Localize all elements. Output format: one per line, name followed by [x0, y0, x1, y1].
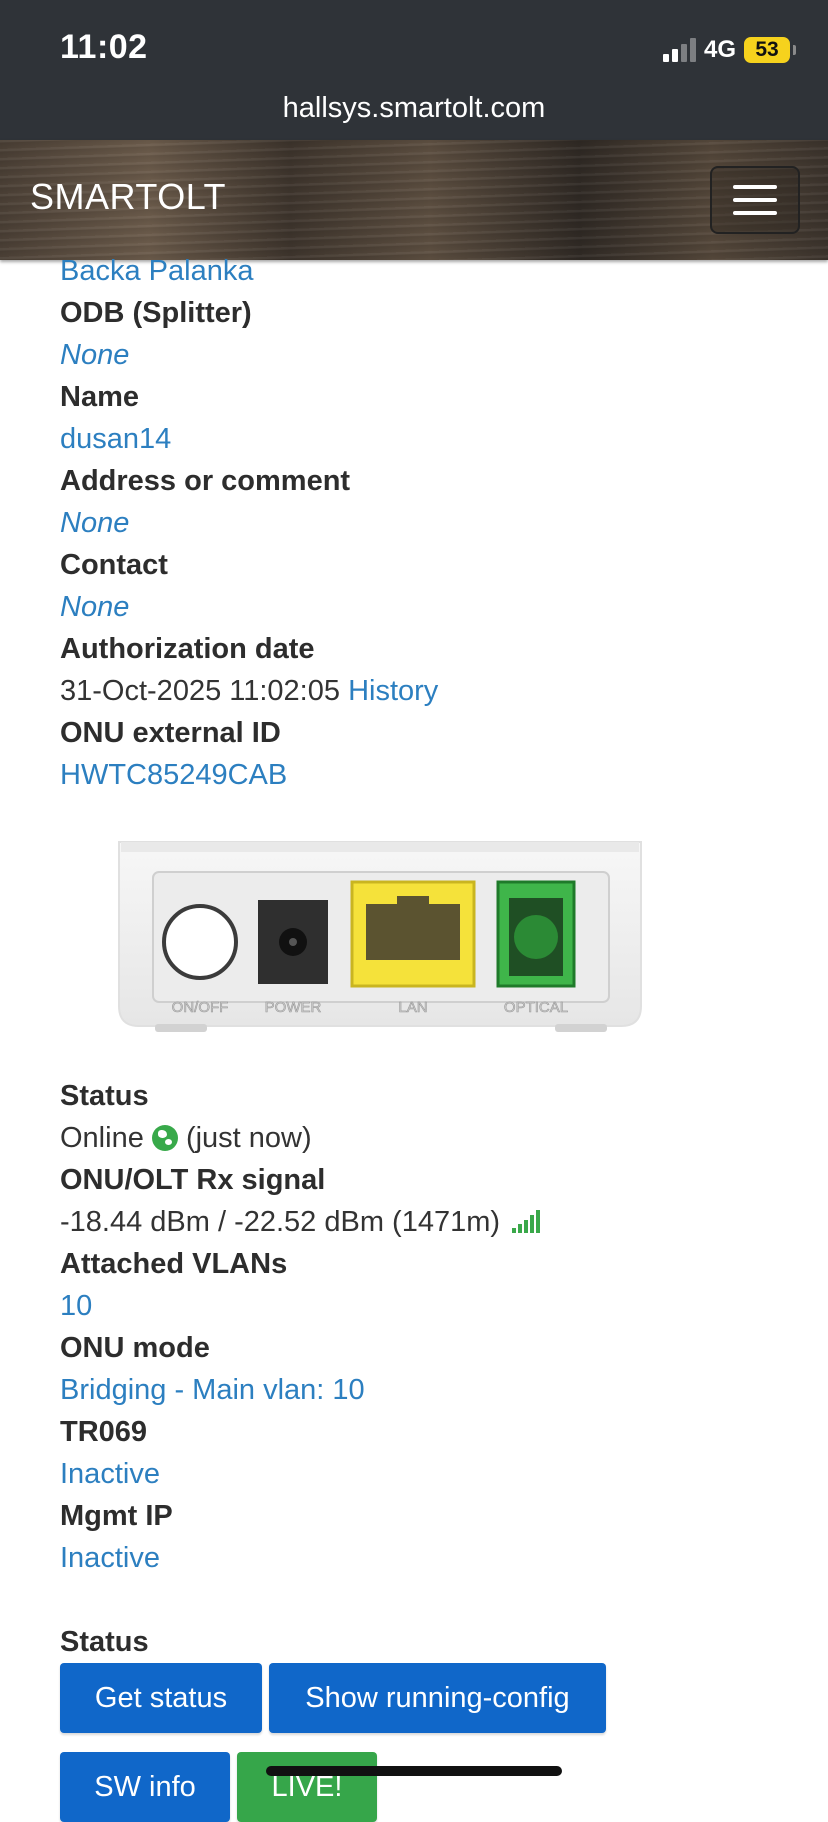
hamburger-menu-icon[interactable]	[710, 166, 800, 234]
mgmt-ip-label: Mgmt IP	[60, 1500, 173, 1532]
port-label-lan: LAN	[398, 999, 427, 1016]
port-label-optical: OPTICAL	[504, 999, 568, 1016]
address-label: Address or comment	[60, 465, 351, 497]
live-button[interactable]: LIVE!	[237, 1752, 377, 1822]
online-globe-icon	[151, 1125, 178, 1151]
onu-mode-label: ONU mode	[60, 1332, 210, 1364]
name-value[interactable]: dusan14	[60, 423, 171, 455]
actions-heading: Status	[60, 1626, 149, 1658]
vlans-label: Attached VLANs	[60, 1248, 288, 1280]
show-running-config-button[interactable]: Show running-config	[269, 1663, 606, 1733]
clock: 11:02	[60, 28, 148, 66]
contact-label: Contact	[60, 549, 168, 581]
battery-icon: 53	[744, 37, 796, 63]
get-status-button[interactable]: Get status	[60, 1663, 262, 1733]
tr069-value[interactable]: Inactive	[60, 1458, 160, 1490]
external-id-value[interactable]: HWTC85249CAB	[60, 759, 287, 791]
name-label: Name	[60, 381, 139, 413]
rx-signal-label: ONU/OLT Rx signal	[60, 1164, 326, 1196]
status-bar: 11:02 4G 53 hallsys.smartolt.com	[0, 0, 828, 140]
site-navbar: SMARTOLT	[0, 140, 828, 260]
port-label-onoff: ON/OFF	[172, 999, 229, 1016]
tr069-label: TR069	[60, 1416, 148, 1448]
status-label: Status	[60, 1080, 149, 1112]
contact-value[interactable]: None	[60, 591, 129, 623]
onu-device-image: ON/OFF POWER LAN OPTICAL	[118, 841, 642, 1032]
odb-value[interactable]: None	[60, 339, 129, 371]
cellular-signal-icon	[662, 38, 696, 62]
onu-mode-value[interactable]: Bridging - Main vlan: 10	[60, 1374, 365, 1406]
onu-details: Backa Palanka ODB (Splitter) None Name d…	[60, 250, 800, 796]
status-time: (just now)	[185, 1122, 312, 1154]
mgmt-ip-value[interactable]: Inactive	[60, 1542, 160, 1574]
brand-logo-text[interactable]: SMARTOLT	[30, 176, 226, 218]
signal-strength-icon	[512, 1209, 541, 1233]
auth-date-label: Authorization date	[60, 633, 315, 665]
auth-date-value: 31-Oct-2025 11:02:05	[60, 675, 340, 707]
home-indicator[interactable]	[266, 1766, 562, 1776]
vlans-value[interactable]: 10	[60, 1290, 92, 1322]
location-link[interactable]: Backa Palanka	[60, 255, 253, 287]
address-value[interactable]: None	[60, 507, 129, 539]
port-label-power: POWER	[265, 999, 322, 1016]
external-id-label: ONU external ID	[60, 717, 281, 749]
status-indicators: 4G 53	[662, 34, 796, 66]
network-type: 4G	[703, 36, 736, 63]
odb-label: ODB (Splitter)	[60, 297, 252, 329]
onu-status-section: Status Online (just now) ONU/OLT Rx sign…	[60, 1075, 800, 1579]
auth-history-link[interactable]: History	[348, 675, 438, 707]
sw-info-button[interactable]: SW info	[60, 1752, 230, 1822]
address-bar-url[interactable]: hallsys.smartolt.com	[0, 92, 828, 125]
status-value: Online	[60, 1122, 144, 1154]
rx-signal-value: -18.44 dBm / -22.52 dBm (1471m)	[60, 1206, 501, 1238]
